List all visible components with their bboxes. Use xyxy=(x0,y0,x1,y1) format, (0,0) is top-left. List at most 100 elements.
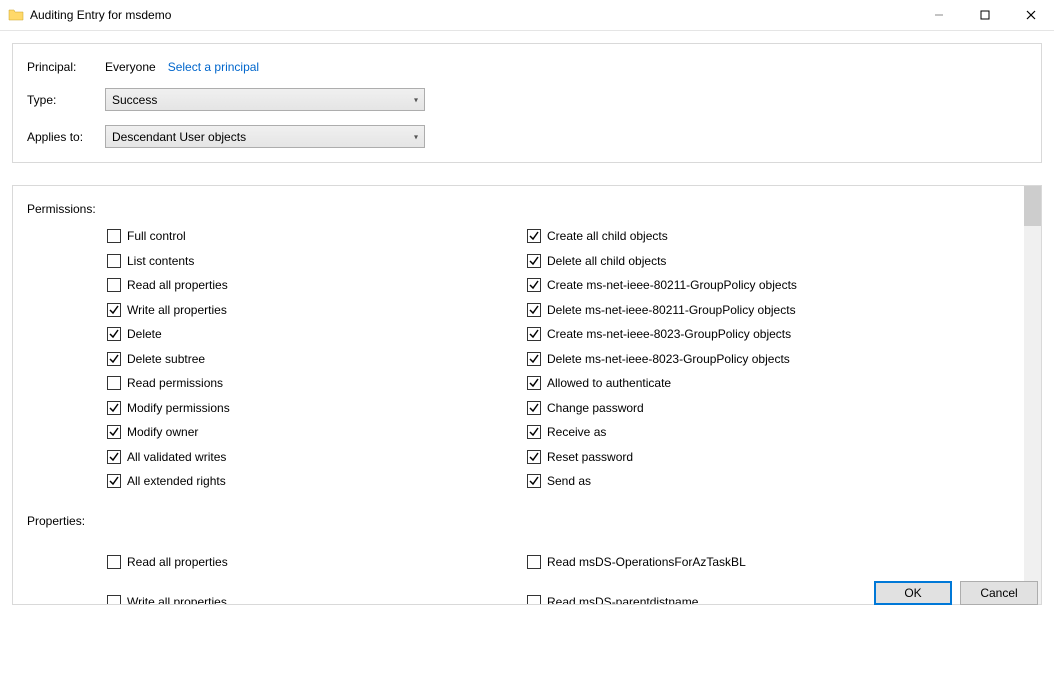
checkbox[interactable] xyxy=(107,376,121,390)
checkbox-row: Delete all child objects xyxy=(527,249,947,274)
checkbox[interactable] xyxy=(107,327,121,341)
type-dropdown[interactable]: Success ▾ xyxy=(105,88,425,111)
checkbox[interactable] xyxy=(527,327,541,341)
checkbox[interactable] xyxy=(107,352,121,366)
checkbox-row: Read msDS-OperationsForAzTaskBL xyxy=(527,542,947,582)
ok-button[interactable]: OK xyxy=(874,581,952,605)
checkbox-row: Delete subtree xyxy=(107,347,527,372)
checkbox-label: All extended rights xyxy=(127,474,226,488)
checkbox-label: Read msDS-OperationsForAzTaskBL xyxy=(547,555,746,569)
applies-dropdown[interactable]: Descendant User objects ▾ xyxy=(105,125,425,148)
maximize-button[interactable] xyxy=(962,0,1008,30)
permissions-panel: Permissions: Full control List contents Re… xyxy=(12,185,1042,605)
checkbox-row: List contents xyxy=(107,249,527,274)
minimize-button[interactable] xyxy=(916,0,962,30)
checkbox-row: All extended rights xyxy=(107,469,527,494)
checkbox-row: Create ms-net-ieee-8023-GroupPolicy obje… xyxy=(527,322,947,347)
checkbox-row: Send as xyxy=(527,469,947,494)
checkbox[interactable] xyxy=(107,254,121,268)
checkbox-row: Reset password xyxy=(527,445,947,470)
checkbox-label: All validated writes xyxy=(127,450,226,464)
folder-icon xyxy=(8,7,24,23)
scroll-thumb[interactable] xyxy=(1024,186,1041,226)
checkbox-row: All validated writes xyxy=(107,445,527,470)
permissions-section-label: Permissions: xyxy=(27,202,1027,216)
principal-label: Principal: xyxy=(27,60,105,74)
principal-panel: Principal: Everyone Select a principal T… xyxy=(12,43,1042,163)
checkbox[interactable] xyxy=(527,425,541,439)
checkbox[interactable] xyxy=(107,303,121,317)
checkbox[interactable] xyxy=(527,229,541,243)
checkbox-label: Modify permissions xyxy=(127,401,230,415)
checkbox-row: Read all properties xyxy=(107,542,527,582)
checkbox-row: Create ms-net-ieee-80211-GroupPolicy obj… xyxy=(527,273,947,298)
checkbox-row: Modify owner xyxy=(107,420,527,445)
checkbox[interactable] xyxy=(527,352,541,366)
chevron-down-icon: ▾ xyxy=(414,95,418,104)
window-title: Auditing Entry for msdemo xyxy=(30,8,171,22)
checkbox[interactable] xyxy=(107,401,121,415)
checkbox-label: Read msDS-parentdistname xyxy=(547,595,698,606)
checkbox-label: Delete xyxy=(127,327,162,341)
checkbox-label: Delete all child objects xyxy=(547,254,666,268)
checkbox-label: Reset password xyxy=(547,450,633,464)
checkbox-row: Allowed to authenticate xyxy=(527,371,947,396)
checkbox-label: Delete ms-net-ieee-80211-GroupPolicy obj… xyxy=(547,303,796,317)
checkbox[interactable] xyxy=(527,254,541,268)
checkbox[interactable] xyxy=(527,401,541,415)
checkbox-label: Receive as xyxy=(547,425,606,439)
checkbox[interactable] xyxy=(107,474,121,488)
checkbox-label: Read all properties xyxy=(127,555,228,569)
properties-section-label: Properties: xyxy=(27,514,1027,528)
checkbox[interactable] xyxy=(107,555,121,569)
checkbox[interactable] xyxy=(527,474,541,488)
checkbox[interactable] xyxy=(107,278,121,292)
checkbox-row: Create all child objects xyxy=(527,224,947,249)
checkbox-row: Delete ms-net-ieee-8023-GroupPolicy obje… xyxy=(527,347,947,372)
checkbox-row: Write all properties xyxy=(107,582,527,606)
checkbox-row: Read all properties xyxy=(107,273,527,298)
checkbox-label: Create ms-net-ieee-8023-GroupPolicy obje… xyxy=(547,327,791,341)
checkbox-row: Delete xyxy=(107,322,527,347)
checkbox[interactable] xyxy=(107,595,121,606)
checkbox[interactable] xyxy=(527,450,541,464)
checkbox-label: Send as xyxy=(547,474,591,488)
applies-label: Applies to: xyxy=(27,130,105,144)
checkbox-label: Read all properties xyxy=(127,278,228,292)
checkbox-label: Read permissions xyxy=(127,376,223,390)
titlebar: Auditing Entry for msdemo xyxy=(0,0,1054,31)
checkbox-label: Delete ms-net-ieee-8023-GroupPolicy obje… xyxy=(547,352,790,366)
cancel-button[interactable]: Cancel xyxy=(960,581,1038,605)
checkbox-label: Create ms-net-ieee-80211-GroupPolicy obj… xyxy=(547,278,797,292)
checkbox-row: Receive as xyxy=(527,420,947,445)
type-label: Type: xyxy=(27,93,105,107)
checkbox-row: Full control xyxy=(107,224,527,249)
type-dropdown-value: Success xyxy=(112,93,157,107)
chevron-down-icon: ▾ xyxy=(414,132,418,141)
checkbox[interactable] xyxy=(527,555,541,569)
checkbox[interactable] xyxy=(527,595,541,606)
checkbox-row: Read permissions xyxy=(107,371,527,396)
checkbox-label: List contents xyxy=(127,254,194,268)
checkbox-row: Modify permissions xyxy=(107,396,527,421)
scrollbar[interactable] xyxy=(1024,186,1041,604)
select-principal-link[interactable]: Select a principal xyxy=(168,60,259,74)
checkbox-label: Write all properties xyxy=(127,303,227,317)
checkbox-row: Delete ms-net-ieee-80211-GroupPolicy obj… xyxy=(527,298,947,323)
checkbox-label: Change password xyxy=(547,401,644,415)
checkbox[interactable] xyxy=(107,450,121,464)
close-button[interactable] xyxy=(1008,0,1054,30)
checkbox-label: Create all child objects xyxy=(547,229,668,243)
checkbox[interactable] xyxy=(107,229,121,243)
checkbox[interactable] xyxy=(527,303,541,317)
checkbox-label: Allowed to authenticate xyxy=(547,376,671,390)
checkbox[interactable] xyxy=(107,425,121,439)
checkbox-label: Delete subtree xyxy=(127,352,205,366)
checkbox-label: Write all properties xyxy=(127,595,227,606)
checkbox-label: Modify owner xyxy=(127,425,198,439)
checkbox-row: Write all properties xyxy=(107,298,527,323)
checkbox[interactable] xyxy=(527,376,541,390)
checkbox[interactable] xyxy=(527,278,541,292)
principal-value: Everyone xyxy=(105,60,156,74)
checkbox-label: Full control xyxy=(127,229,186,243)
